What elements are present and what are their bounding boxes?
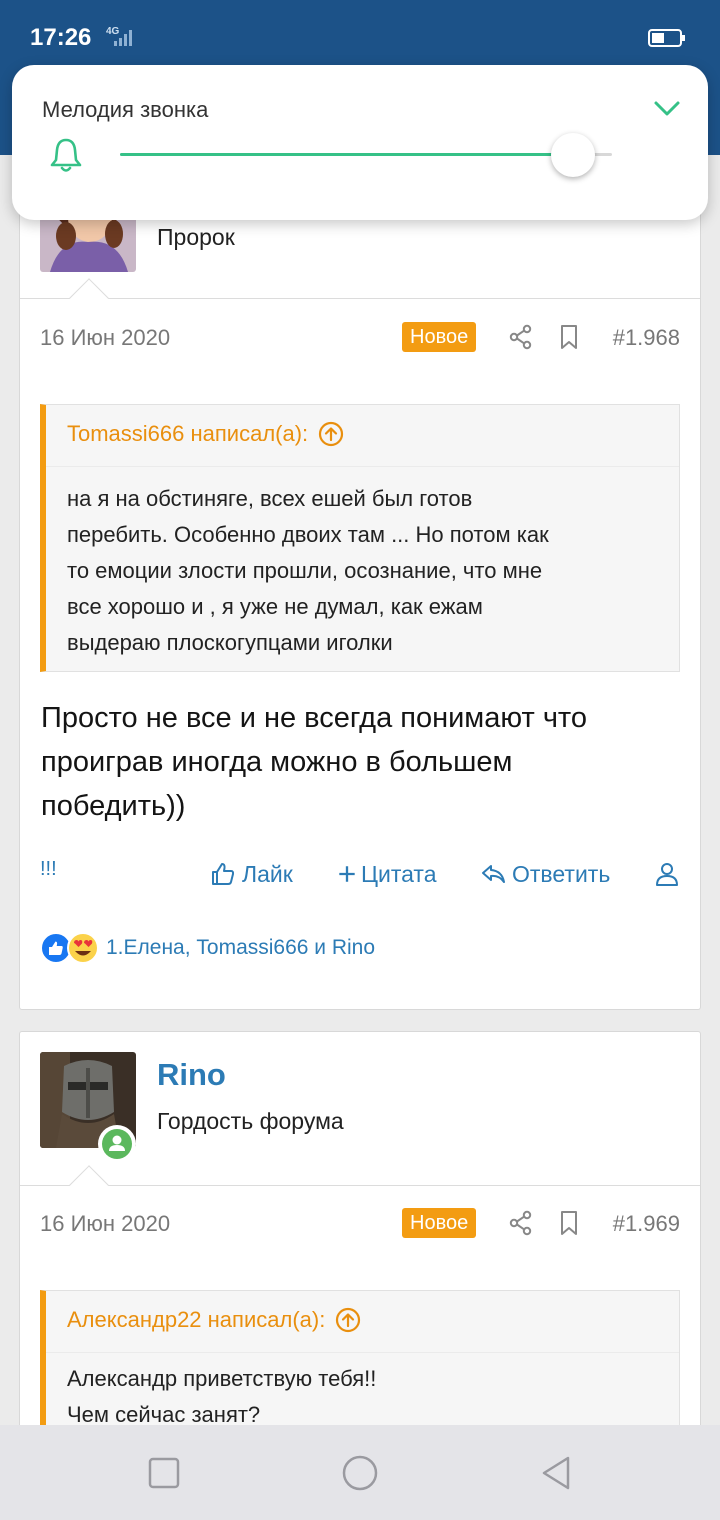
divider-notch [69,1165,109,1205]
post-meta: 16 Июн 2020 Новое #1.969 [40,1207,680,1241]
post-number[interactable]: #1.969 [613,1211,680,1237]
username[interactable]: Rino [157,1057,226,1093]
post-date[interactable]: 16 Июн 2020 [40,325,170,351]
heart-eyes-emoji-icon [67,932,99,964]
user-title: Гордость форума [157,1108,344,1134]
volume-slider-fill [120,153,573,156]
quote-line: выдераю плоскогупцами иголки [67,630,393,655]
quote-body: на я на обстиняге, всех ешей был готов п… [67,481,667,661]
user-online-icon [109,1135,125,1151]
home-icon[interactable] [340,1453,380,1493]
status-time: 17:26 [30,24,92,51]
chevron-down-icon[interactable] [652,93,682,123]
post-meta: 16 Июн 2020 Новое #1.968 [40,321,680,355]
reactions-bar[interactable]: 1.Елена, Tomassi666 и Rino [40,931,375,965]
recent-apps-icon[interactable] [144,1453,184,1493]
reply-button[interactable]: Ответить [480,854,610,894]
ringtone-volume-panel: Мелодия звонка [12,65,708,220]
post-line: проиграв иногда можно в большем [41,746,513,778]
divider-notch [69,278,109,318]
thumbs-up-icon [212,863,235,885]
back-icon[interactable] [536,1453,576,1493]
quote-separator [46,1352,679,1353]
reactions-summary[interactable]: 1.Елена, Tomassi666 и Rino [106,936,375,960]
quote-line: перебить. Особенно двоих там ... Но пото… [67,522,549,547]
signal-icon [114,30,132,46]
quote-line: на я на обстиняге, всех ешей был готов [67,486,473,511]
post-number[interactable]: #1.968 [613,325,680,351]
plus-icon [339,866,355,882]
quote-author[interactable]: Александр22 написал(а): [67,1307,325,1333]
arrow-up-circle-icon[interactable] [335,1307,361,1333]
battery-icon [648,29,685,47]
reply-icon [482,865,505,883]
volume-panel-title: Мелодия звонка [42,97,209,122]
quote-line: Чем сейчас занят? [67,1402,261,1425]
like-label: Лайк [242,860,293,887]
quote-block: Александр22 написал(а): Александр привет… [40,1290,680,1425]
arrow-up-circle-icon[interactable] [318,421,344,447]
system-navigation-bar [0,1425,720,1520]
quote-line: то емоции злости прошли, осознание, что … [67,558,543,583]
quote-button[interactable]: Цитата [337,854,437,894]
bell-icon[interactable] [46,135,86,175]
report-link[interactable]: !!! [40,858,57,881]
user-title: Пророк [157,224,235,250]
post-1968: Пророк 16 Июн 2020 Новое #1.968 Tomassi6… [19,155,701,1010]
new-badge: Новое [402,1208,477,1238]
volume-slider[interactable] [120,153,612,156]
post-1969: Rino Гордость форума 16 Июн 2020 Новое #… [19,1031,701,1425]
post-date[interactable]: 16 Июн 2020 [40,1211,170,1237]
thread-content: Пророк 16 Июн 2020 Новое #1.968 Tomassi6… [0,155,720,1425]
share-icon[interactable] [508,1210,534,1236]
volume-slider-thumb[interactable] [550,133,595,177]
online-status-indicator [98,1125,136,1163]
quote-body: Александр приветствую тебя!! Чем сейчас … [67,1361,667,1425]
like-button[interactable]: Лайк [210,854,293,894]
quote-author[interactable]: Tomassi666 написал(а): [67,421,308,447]
user-menu-button[interactable] [654,854,680,894]
quote-line: все хорошо и , я уже не думал, как ежам [67,594,483,619]
quote-separator [46,466,679,467]
reply-label: Ответить [512,860,611,887]
share-icon[interactable] [508,324,534,350]
quote-line: Александр приветствую тебя!! [67,1366,377,1391]
bookmark-icon[interactable] [556,324,582,350]
divider [20,298,700,299]
divider [20,1185,700,1186]
post-body: Просто не все и не всегда понимают что п… [41,696,681,828]
post-line: Просто не все и не всегда понимают что [41,702,588,734]
quote-header[interactable]: Tomassi666 написал(а): [67,421,344,447]
user-icon [656,863,678,886]
quote-label: Цитата [361,860,437,887]
bookmark-icon[interactable] [556,1210,582,1236]
post-actions: !!! Лайк Цитата Ответить [40,854,680,894]
quote-block: Tomassi666 написал(а): на я на обстиняге… [40,404,680,672]
quote-header[interactable]: Александр22 написал(а): [67,1307,361,1333]
new-badge: Новое [402,322,477,352]
post-line: победить)) [41,790,186,822]
